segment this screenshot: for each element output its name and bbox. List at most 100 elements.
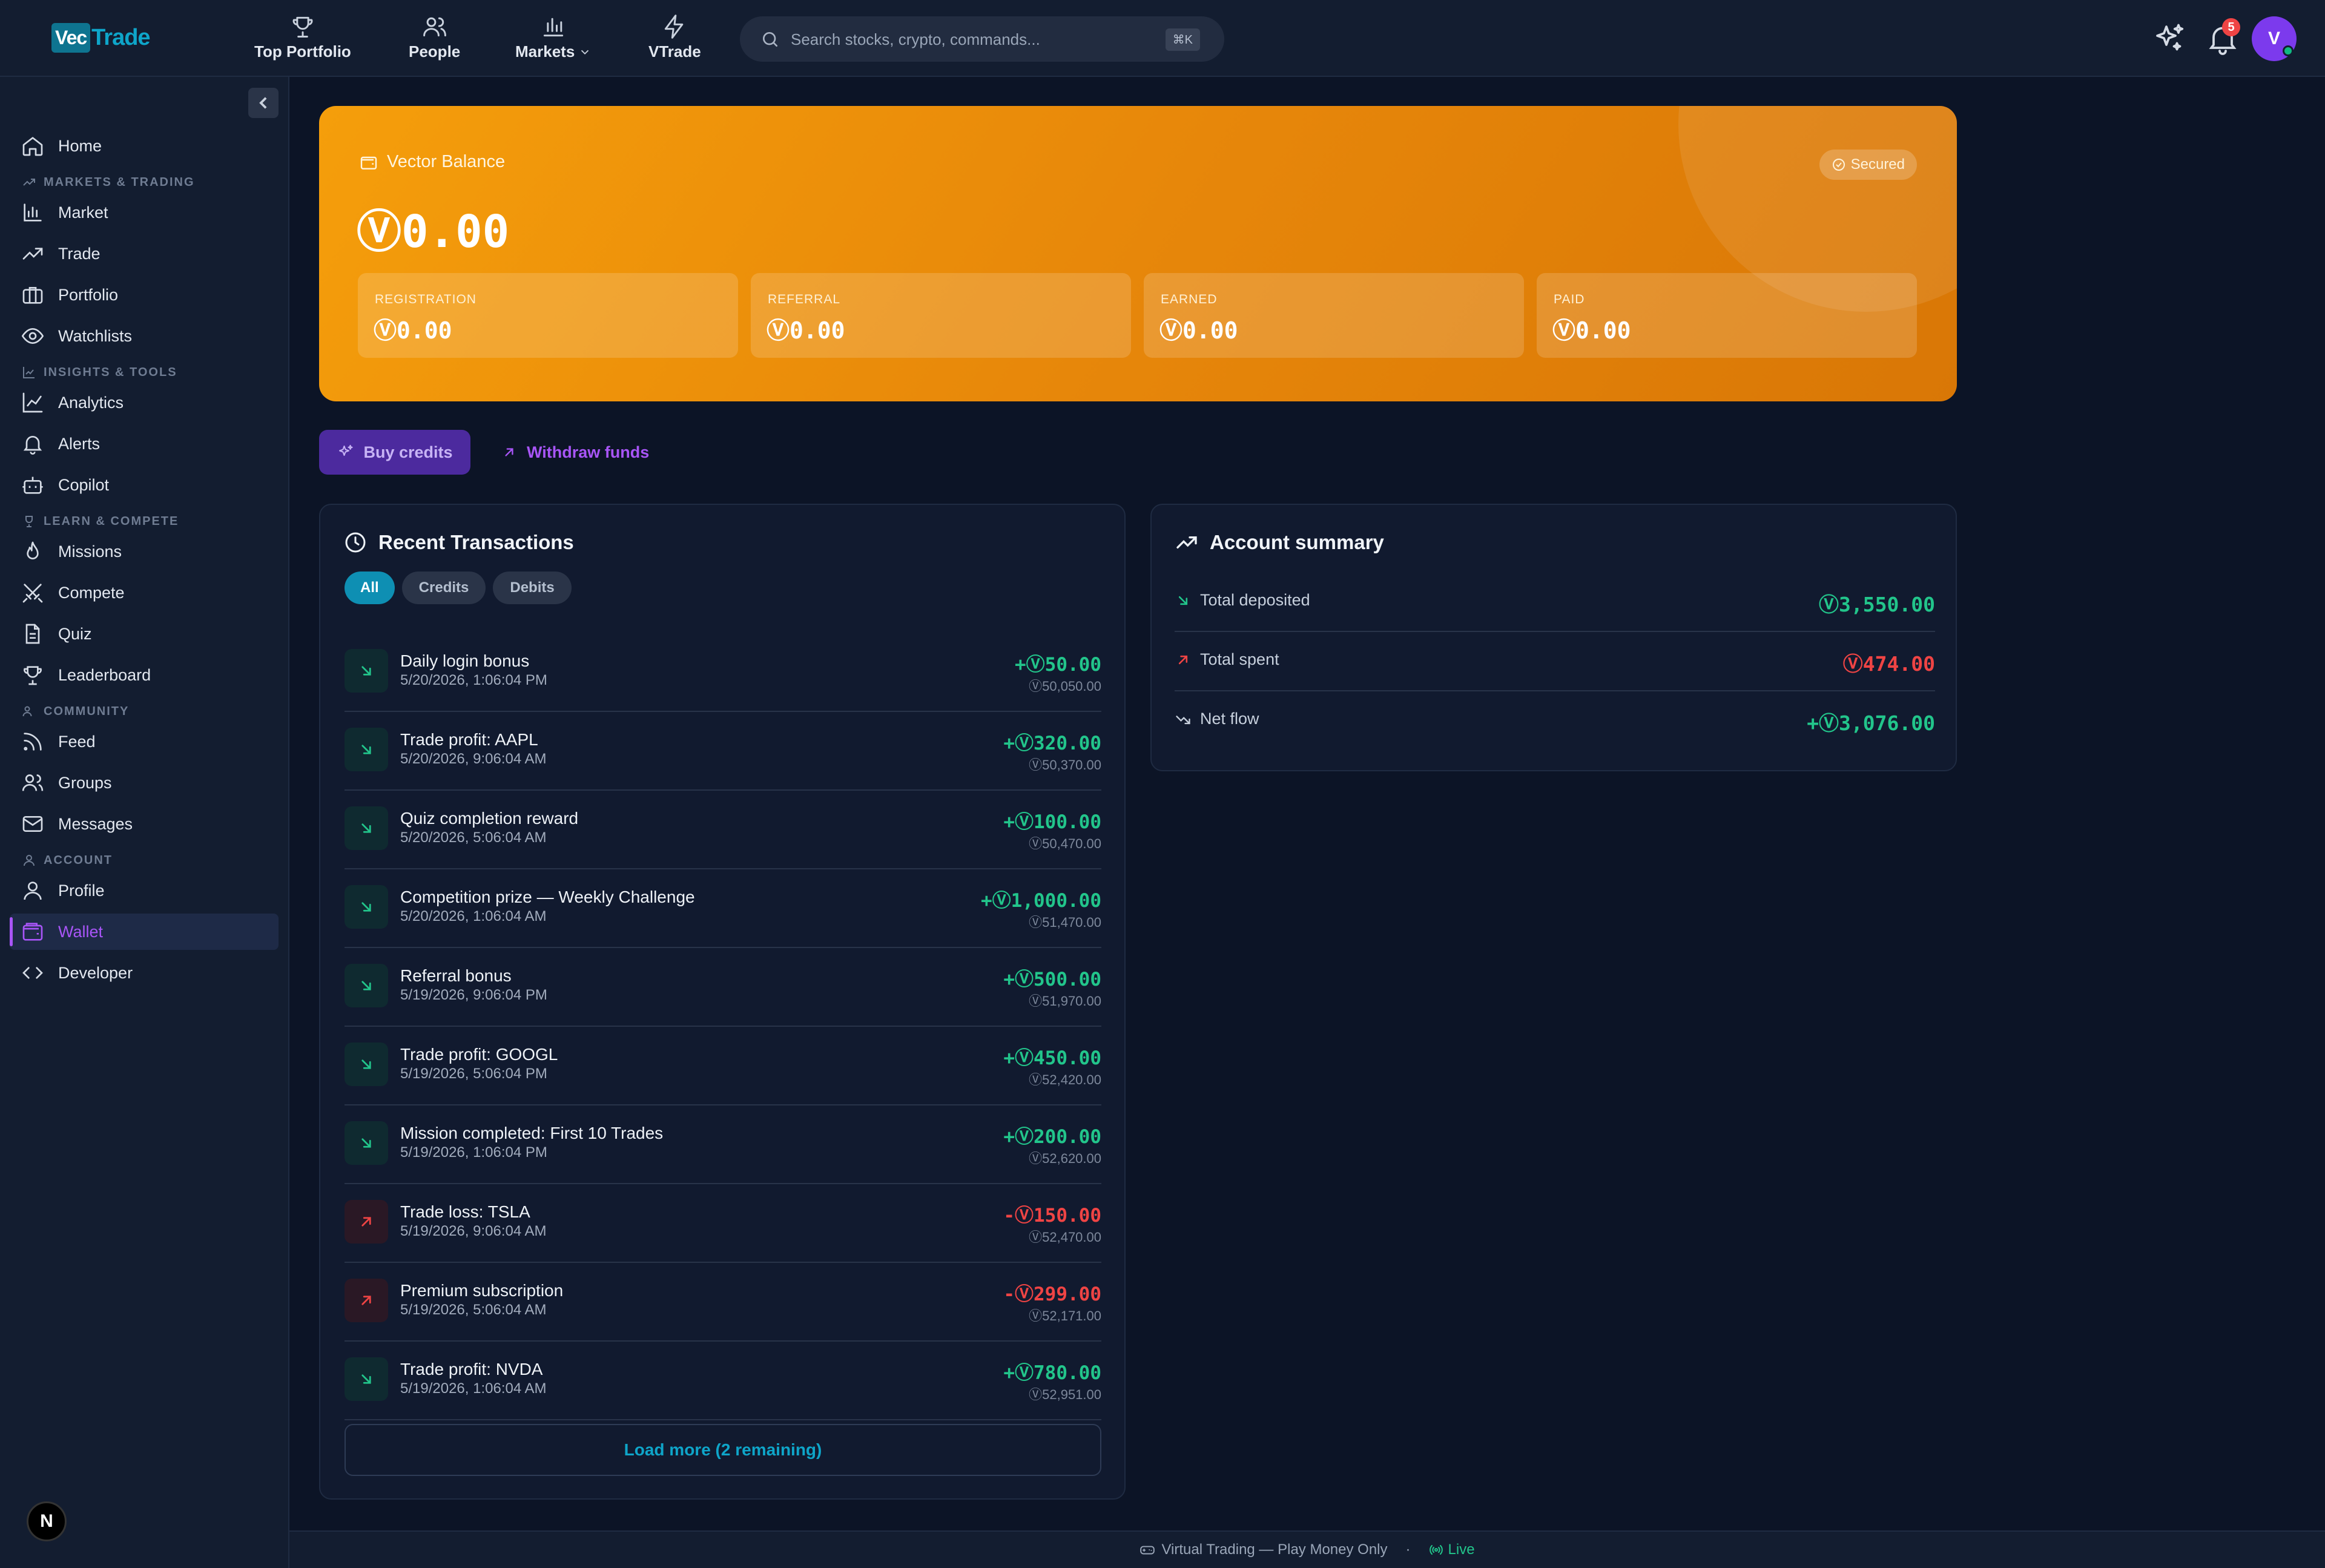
- sidebar-item-profile[interactable]: Profile: [10, 872, 279, 909]
- user-icon: [24, 855, 35, 866]
- transaction-row[interactable]: Quiz completion reward 5/20/2026, 5:06:0…: [345, 791, 1101, 869]
- section-label: LEARN & COMPETE: [44, 514, 179, 528]
- transaction-date: 5/20/2026, 1:06:04 PM: [400, 672, 547, 688]
- topnav-markets[interactable]: Markets: [515, 13, 592, 61]
- trend-down-icon: [1176, 715, 1190, 724]
- topnav-vtrade[interactable]: VTrade: [648, 13, 701, 61]
- arrow-down-right-icon: [361, 902, 371, 912]
- summary-row-total-deposited: Total deposited Ⓥ3,550.00: [1175, 573, 1935, 632]
- transaction-title: Trade profit: NVDA: [400, 1360, 543, 1379]
- sidebar-item-missions[interactable]: Missions: [10, 533, 279, 570]
- filter-credits[interactable]: Credits: [401, 572, 486, 604]
- transaction-title: Competition prize — Weekly Challenge: [400, 888, 695, 906]
- topnav-top-portfolio[interactable]: Top Portfolio: [254, 13, 351, 61]
- transaction-balance: Ⓥ51,470.00: [1029, 915, 1101, 930]
- transaction-row[interactable]: Trade profit: NVDA 5/19/2026, 1:06:04 AM…: [345, 1342, 1101, 1420]
- app-logo[interactable]: Vec Trade: [51, 23, 151, 53]
- transaction-row[interactable]: Daily login bonus 5/20/2026, 1:06:04 PM …: [345, 633, 1101, 712]
- sidebar-item-copilot[interactable]: Copilot: [10, 467, 279, 503]
- sidebar-item-label: Alerts: [58, 434, 101, 453]
- sidebar-item-home[interactable]: Home: [10, 128, 279, 164]
- transaction-title: Daily login bonus: [400, 651, 530, 670]
- transaction-row[interactable]: Competition prize — Weekly Challenge 5/2…: [345, 869, 1101, 948]
- sidebar-item-trade[interactable]: Trade: [10, 236, 279, 272]
- sidebar-item-wallet[interactable]: Wallet: [10, 914, 279, 950]
- sidebar-item-label: Trade: [58, 244, 101, 263]
- sidebar-item-portfolio[interactable]: Portfolio: [10, 277, 279, 313]
- summary-label: Net flow: [1175, 710, 1259, 728]
- sub-box-value: Ⓥ0.00: [374, 317, 452, 344]
- buy-credits-button[interactable]: Buy credits: [319, 430, 470, 475]
- transaction-amount: +Ⓥ450.00: [1003, 1047, 1101, 1069]
- sidebar-collapse-button[interactable]: [248, 88, 279, 118]
- sidebar-item-feed[interactable]: Feed: [10, 723, 279, 760]
- transaction-row[interactable]: Mission completed: First 10 Trades 5/19/…: [345, 1105, 1101, 1184]
- sidebar-item-label: Quiz: [58, 624, 92, 643]
- home-icon: [22, 137, 43, 156]
- sidebar-item-label: Copilot: [58, 475, 110, 494]
- line-chart-icon: [23, 367, 35, 378]
- sidebar-item-leaderboard[interactable]: Leaderboard: [10, 657, 279, 693]
- transaction-title: Quiz completion reward: [400, 809, 579, 828]
- panel-title-text: Account summary: [1210, 531, 1384, 553]
- line-chart-icon: [22, 392, 43, 413]
- sidebar-item-label: Missions: [58, 542, 122, 561]
- dev-tools-badge[interactable]: N: [27, 1501, 67, 1541]
- balance-amount: Ⓥ0.00: [357, 206, 510, 258]
- panel-title-text: Recent Transactions: [378, 531, 574, 553]
- arrow-up-right-icon: [361, 1217, 371, 1227]
- briefcase-icon: [22, 287, 43, 304]
- sidebar-item-label: Developer: [58, 963, 133, 982]
- transaction-row[interactable]: Referral bonus 5/19/2026, 9:06:04 PM +Ⓥ5…: [345, 948, 1101, 1027]
- sidebar-item-watchlists[interactable]: Watchlists: [10, 318, 279, 354]
- topnav-people[interactable]: People: [409, 13, 460, 61]
- filter-all[interactable]: All: [345, 572, 395, 604]
- recent-transactions-panel: Recent Transactions All Credits Debits D…: [319, 504, 1126, 1500]
- transaction-amount: +Ⓥ100.00: [1003, 811, 1101, 833]
- transaction-balance: Ⓥ50,050.00: [1029, 679, 1101, 694]
- earned-box: EARNED Ⓥ0.00: [1144, 273, 1524, 358]
- load-more-button[interactable]: Load more (2 remaining): [345, 1424, 1101, 1476]
- referral-box: REFERRAL Ⓥ0.00: [751, 273, 1131, 358]
- search-input[interactable]: [791, 27, 1142, 51]
- transaction-date: 5/19/2026, 5:06:04 PM: [400, 1066, 547, 1082]
- sub-box-value: Ⓥ0.00: [767, 317, 845, 344]
- ai-sparkle-button[interactable]: [2151, 21, 2188, 57]
- debit-indicator: [345, 1200, 388, 1244]
- arrow-down-right-icon: [361, 745, 371, 754]
- arrow-up-right-icon: [1178, 655, 1188, 664]
- sidebar-item-label: Portfolio: [58, 285, 119, 304]
- transaction-balance: Ⓥ52,951.00: [1029, 1387, 1101, 1402]
- transaction-row[interactable]: Trade loss: TSLA 5/19/2026, 9:06:04 AM -…: [345, 1184, 1101, 1263]
- credit-indicator: [345, 885, 388, 929]
- sidebar-item-alerts[interactable]: Alerts: [10, 426, 279, 462]
- sidebar-item-groups[interactable]: Groups: [10, 765, 279, 801]
- sidebar-item-label: Watchlists: [58, 326, 133, 345]
- credit-indicator: [345, 964, 388, 1007]
- transaction-row[interactable]: Trade profit: GOOGL 5/19/2026, 5:06:04 P…: [345, 1027, 1101, 1105]
- transaction-row[interactable]: Trade profit: AAPL 5/20/2026, 9:06:04 AM…: [345, 712, 1101, 791]
- sidebar-item-developer[interactable]: Developer: [10, 955, 279, 991]
- sidebar-item-messages[interactable]: Messages: [10, 806, 279, 842]
- sidebar-item-label: Profile: [58, 881, 105, 900]
- search-bar[interactable]: ⌘K: [740, 16, 1224, 62]
- wallet-icon: [22, 923, 43, 941]
- document-icon: [25, 624, 40, 644]
- balance-label: Vector Balance: [359, 152, 505, 172]
- online-status-dot: [2283, 45, 2294, 56]
- shield-check-icon: [1832, 159, 1845, 171]
- arrow-down-right-icon: [361, 1138, 371, 1148]
- sidebar-item-quiz[interactable]: Quiz: [10, 616, 279, 652]
- sidebar-item-compete[interactable]: Compete: [10, 575, 279, 611]
- withdraw-funds-button[interactable]: Withdraw funds: [501, 430, 649, 475]
- arrow-down-right-icon: [361, 666, 371, 676]
- topnav-label: VTrade: [648, 42, 701, 61]
- sidebar-item-analytics[interactable]: Analytics: [10, 384, 279, 421]
- sidebar-item-market[interactable]: Market: [10, 194, 279, 231]
- sidebar-section-account: ACCOUNT: [22, 853, 113, 868]
- filter-debits[interactable]: Debits: [493, 572, 572, 604]
- transaction-amount: +Ⓥ1,000.00: [981, 890, 1101, 912]
- search-shortcut-badge: ⌘K: [1165, 28, 1200, 51]
- transaction-row[interactable]: Premium subscription 5/19/2026, 5:06:04 …: [345, 1263, 1101, 1342]
- sub-box-value: Ⓥ0.00: [1552, 317, 1631, 344]
